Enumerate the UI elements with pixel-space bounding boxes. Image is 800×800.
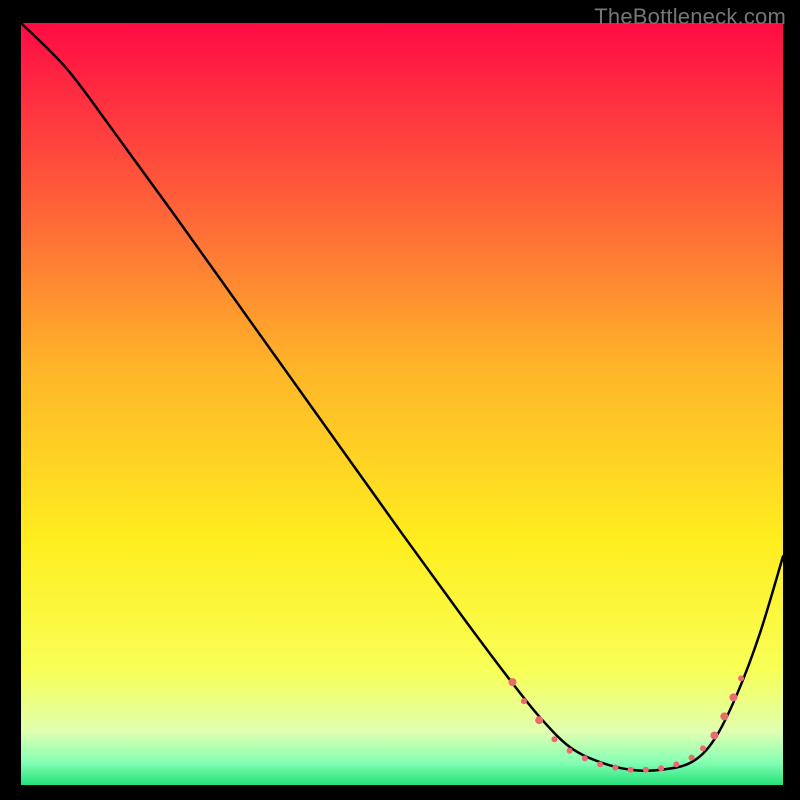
curve-marker [729, 693, 737, 701]
curve-marker [612, 764, 618, 770]
curve-marker [700, 745, 706, 751]
curve-marker [710, 731, 718, 739]
bottleneck-chart [21, 23, 783, 785]
curve-marker [720, 712, 728, 720]
attribution-label: TheBottleneck.com [594, 4, 786, 30]
curve-marker [738, 675, 744, 681]
curve-marker [673, 761, 679, 767]
curve-marker [597, 761, 603, 767]
curve-marker [567, 748, 573, 754]
curve-marker [508, 678, 516, 686]
curve-marker [689, 755, 695, 761]
curve-marker [582, 755, 588, 761]
gradient-bg [21, 23, 783, 785]
curve-marker [658, 765, 664, 771]
curve-marker [535, 716, 543, 724]
curve-marker [521, 698, 527, 704]
chart-frame: TheBottleneck.com [0, 0, 800, 800]
curve-marker [551, 736, 557, 742]
curve-marker [628, 767, 634, 773]
curve-marker [643, 767, 649, 773]
